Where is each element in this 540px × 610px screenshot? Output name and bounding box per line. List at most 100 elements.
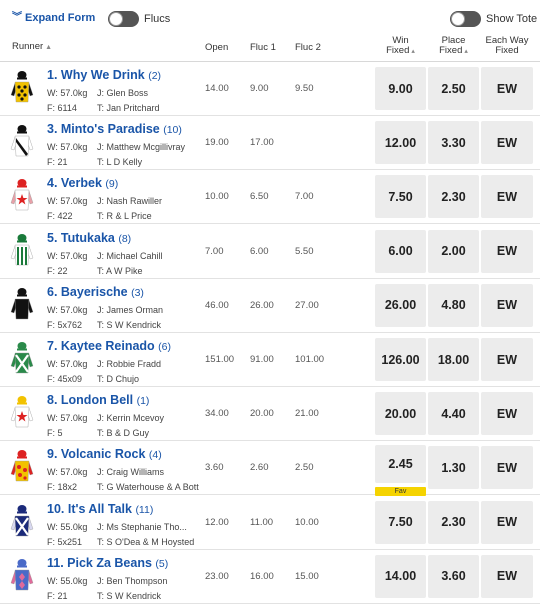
runner-name-link[interactable]: 1. Why We Drink (2)	[47, 68, 161, 82]
trainer: T: G Waterhouse & A Bott	[97, 482, 199, 493]
form: F: 21	[47, 157, 68, 168]
runner-name-link[interactable]: 7. Kaytee Reinado (6)	[47, 339, 171, 353]
each-way-button[interactable]: EW	[481, 67, 533, 110]
fluc1-price: 6.00	[250, 245, 269, 257]
form: F: 18x2	[47, 482, 78, 493]
weight: W: 57.0kg	[47, 467, 88, 478]
each-way-button[interactable]: EW	[481, 446, 533, 490]
runner-name: 10. It's All Talk	[47, 501, 132, 516]
runner-row: 8. London Bell (1) W: 57.0kg J: Kerrin Mce…	[0, 387, 540, 442]
win-fixed-button[interactable]: 20.00	[375, 392, 426, 436]
runner-row: 9. Volcanic Rock (4) W: 57.0kg J: Craig Wi…	[0, 441, 540, 497]
table-header: Runner ▲︎ Open Fluc 1 Fluc 2 Win Fixed ▴ P…	[0, 36, 540, 62]
weight: W: 55.0kg	[47, 521, 88, 532]
runner-name: 8. London Bell	[47, 393, 134, 408]
runner-name-link[interactable]: 4. Verbek (9)	[47, 176, 118, 190]
win-fixed-button[interactable]: 126.00	[375, 338, 426, 381]
runner-name-link[interactable]: 6. Bayerische (3)	[47, 285, 144, 299]
show-tote-toggle[interactable]	[450, 11, 481, 27]
chevron-double-down-icon: ︾	[12, 12, 22, 23]
place-fixed-button[interactable]: 3.60	[428, 554, 479, 598]
win-fixed-button[interactable]: 7.50	[375, 500, 426, 544]
open-column-header: Open	[205, 42, 229, 53]
jockey-silk-icon	[10, 69, 34, 105]
trainer: T: S W Kendrick	[97, 319, 162, 330]
place-fixed-button[interactable]: 3.30	[428, 121, 479, 165]
each-way-button[interactable]: EW	[481, 175, 533, 219]
jockey-silk-icon	[10, 123, 34, 159]
each-way-button[interactable]: EW	[481, 500, 533, 544]
runner-name-link[interactable]: 5. Tutukaka (8)	[47, 231, 131, 245]
barrier: (8)	[118, 232, 132, 245]
form: F: 21	[47, 590, 68, 601]
trainer: T: Jan Pritchard	[97, 103, 160, 113]
win-fixed-button[interactable]: 12.00	[375, 121, 426, 165]
jockey: J: Glen Boss	[97, 88, 149, 98]
jockey: J: James Orman	[97, 304, 164, 315]
runner-row: 10. It's All Talk (11) W: 55.0kg J: Ms Ste…	[0, 496, 540, 550]
place-fixed-button[interactable]: 2.00	[428, 229, 479, 273]
runner-row: 7. Kaytee Reinado (6) W: 57.0kg J: Robbie …	[0, 333, 540, 387]
open-price: 3.60	[205, 462, 224, 474]
runner-name: 9. Volcanic Rock	[47, 447, 146, 462]
win-fixed-button[interactable]: 6.00	[375, 229, 426, 273]
each-way-button[interactable]: EW	[481, 229, 533, 273]
fluc2-price: 5.50	[295, 245, 314, 257]
runner-name-link[interactable]: 11. Pick Za Beans (5)	[47, 556, 168, 570]
open-price: 14.00	[205, 83, 229, 94]
runner-name-link[interactable]: 8. London Bell (1)	[47, 393, 149, 407]
fluc2-price: 7.00	[295, 191, 314, 203]
place-fixed-button[interactable]: 4.40	[428, 392, 479, 436]
trainer: T: A W Pike	[97, 265, 143, 276]
place-fixed-button[interactable]: 4.80	[428, 283, 479, 327]
runner-name-link[interactable]: 3. Minto's Paradise (10)	[47, 122, 182, 136]
place-fixed-column-header[interactable]: Place Fixed ▴	[428, 36, 479, 57]
form: F: 6114	[47, 103, 77, 113]
runner-column-header[interactable]: Runner ▲︎	[12, 41, 52, 52]
jockey: J: Ms Stephanie Tho...	[97, 521, 187, 532]
win-fixed-button[interactable]: 14.00	[375, 554, 426, 598]
form: F: 5x762	[47, 319, 83, 330]
runner-name: 1. Why We Drink	[47, 68, 145, 82]
place-fixed-button[interactable]: 2.30	[428, 175, 479, 219]
each-way-button[interactable]: EW	[481, 283, 533, 327]
win-fixed-button[interactable]: 7.50	[375, 175, 426, 219]
win-fixed-column-header[interactable]: Win Fixed ▴	[375, 36, 426, 57]
win-fixed-button[interactable]: 2.45	[375, 445, 426, 484]
place-fixed-button[interactable]: 2.30	[428, 500, 479, 544]
expand-form-button[interactable]: ︾ Expand Form	[12, 12, 95, 24]
trainer: T: S O'Dea & M Hoysted	[97, 536, 195, 547]
form: F: 5x251	[47, 536, 83, 547]
fluc1-price: 11.00	[250, 516, 274, 528]
each-way-fixed-column-header: Each Way Fixed	[478, 36, 536, 56]
jockey-silk-icon	[10, 177, 34, 213]
barrier: (3)	[131, 286, 144, 299]
form: F: 22	[47, 265, 68, 276]
each-way-button[interactable]: EW	[481, 392, 533, 436]
win-fixed-button[interactable]: 26.00	[375, 283, 426, 327]
weight: W: 57.0kg	[47, 304, 88, 315]
each-way-button[interactable]: EW	[481, 554, 533, 598]
each-way-button[interactable]: EW	[481, 338, 533, 381]
each-way-button[interactable]: EW	[481, 121, 533, 165]
form: F: 422	[47, 211, 73, 222]
fluc1-price: 17.00	[250, 137, 274, 149]
fluc2-price: 10.00	[295, 516, 319, 528]
place-fixed-button[interactable]: 18.00	[428, 338, 479, 381]
flucs-toggle-group: Flucs	[108, 11, 170, 27]
trainer: T: L D Kelly	[97, 157, 143, 168]
place-fixed-button[interactable]: 2.50	[428, 67, 479, 110]
barrier: (9)	[105, 178, 119, 191]
show-tote-toggle-group: Show Tote	[450, 11, 537, 27]
fluc1-price: 2.60	[250, 462, 269, 474]
fluc1-price: 26.00	[250, 299, 274, 311]
flucs-toggle[interactable]	[108, 11, 139, 27]
runner-name-link[interactable]: 9. Volcanic Rock (4)	[47, 447, 162, 461]
fluc1-price: 91.00	[250, 354, 274, 365]
win-fixed-button[interactable]: 9.00	[375, 67, 426, 110]
jockey-silk-icon	[10, 557, 34, 593]
runner-name-link[interactable]: 10. It's All Talk (11)	[47, 502, 153, 516]
barrier: (2)	[148, 70, 162, 82]
jockey-silk-icon	[10, 503, 34, 539]
place-fixed-button[interactable]: 1.30	[428, 446, 479, 490]
